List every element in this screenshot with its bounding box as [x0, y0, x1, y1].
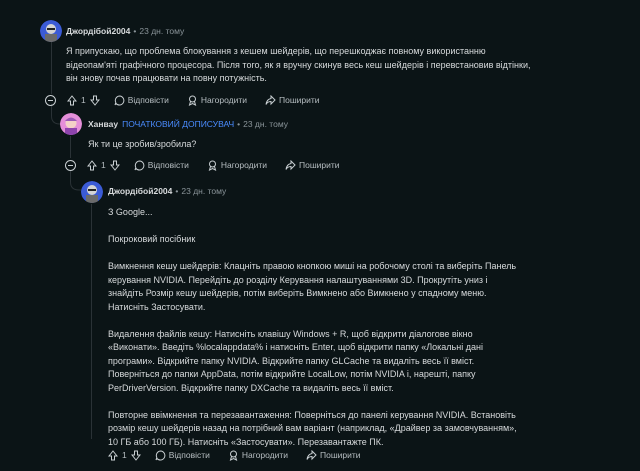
- comment-icon: [155, 449, 166, 460]
- comment-paragraph: Як ти це зробив/зробила?: [88, 139, 197, 149]
- reply-button[interactable]: Відповісти: [114, 94, 169, 106]
- share-label: Поширити: [279, 95, 320, 105]
- award-label: Нагородити: [220, 160, 268, 170]
- award-button[interactable]: Нагородити: [207, 160, 267, 171]
- avatar[interactable]: [60, 113, 82, 135]
- share-icon: [265, 94, 276, 105]
- avatar[interactable]: [40, 20, 62, 42]
- comment-paragraph: Повторне ввімкнення та перезавантаження:…: [108, 409, 517, 447]
- upvote-icon[interactable]: [67, 94, 77, 106]
- timestamp[interactable]: 23 дн. тому: [139, 26, 184, 36]
- comment-paragraph: Покроковий посібник: [108, 234, 196, 244]
- downvote-icon[interactable]: [89, 95, 100, 106]
- author-name[interactable]: Джордібой2004: [108, 186, 172, 196]
- author-name[interactable]: Джордібой2004: [66, 26, 130, 36]
- share-label: Поширити: [320, 450, 361, 460]
- comment-icon: [114, 94, 125, 105]
- comment-paragraph: Видалення файлів кешу: Натисніть клавішу…: [108, 328, 483, 393]
- award-icon: [188, 95, 197, 106]
- op-badge: ПОЧАТКОВИЙ ДОПИСУВАЧ: [122, 119, 235, 129]
- avatar[interactable]: [81, 181, 103, 203]
- comment-actions: 1 Відповісти Нагородити Поширити: [108, 448, 379, 462]
- upvote-icon[interactable]: [87, 159, 97, 171]
- share-button[interactable]: Поширити: [306, 449, 361, 461]
- downvote-icon[interactable]: [130, 450, 141, 461]
- award-label: Нагородити: [241, 450, 289, 460]
- award-icon: [229, 450, 238, 461]
- reply-button[interactable]: Відповісти: [155, 449, 210, 461]
- vote-count: 1: [81, 95, 86, 105]
- comment-paragraph: Я припускаю, що проблема блокування з ке…: [66, 46, 531, 83]
- award-label: Нагородити: [200, 95, 248, 105]
- timestamp[interactable]: 23 дн. тому: [181, 186, 226, 196]
- reply-label: Відповісти: [127, 95, 169, 105]
- thread-line: [70, 136, 71, 158]
- comment-body: Як ти це зробив/зробила?: [88, 138, 528, 152]
- author-name[interactable]: Ханвау: [88, 119, 118, 129]
- comment-body: З Google... Покроковий посібник Вимкненн…: [108, 206, 518, 449]
- comment-icon: [134, 159, 145, 170]
- vote-count: 1: [101, 160, 106, 170]
- comment-meta: Ханвау ПОЧАТКОВИЙ ДОПИСУВАЧ • 23 дн. том…: [88, 119, 288, 129]
- comment-actions: 1 Відповісти Нагородити Поширити: [65, 158, 358, 172]
- comment-paragraph: З Google...: [108, 207, 153, 217]
- reply-label: Відповісти: [168, 450, 210, 460]
- comment-body: Я припускаю, що проблема блокування з ке…: [66, 45, 536, 86]
- vote-count: 1: [122, 450, 127, 460]
- comment-paragraph: Вимкнення кешу шейдерів: Клацніть правою…: [108, 261, 517, 312]
- comment-meta: Джордібой2004 • 23 дн. тому: [108, 186, 226, 196]
- award-button[interactable]: Нагородити: [187, 95, 247, 106]
- vote-group: 1: [67, 94, 100, 106]
- upvote-icon[interactable]: [108, 449, 118, 461]
- award-icon: [208, 160, 217, 171]
- separator-dot: •: [175, 186, 179, 196]
- share-button[interactable]: Поширити: [265, 94, 320, 106]
- thread-line: [51, 38, 52, 94]
- share-icon: [285, 159, 296, 170]
- thread-line: [91, 204, 92, 439]
- share-button[interactable]: Поширити: [285, 159, 340, 171]
- comment-actions: 1 Відповісти Нагородити Поширити: [45, 93, 338, 107]
- separator-dot: •: [133, 26, 137, 36]
- collapse-button[interactable]: [65, 159, 76, 171]
- share-icon: [306, 449, 317, 460]
- downvote-icon[interactable]: [109, 160, 120, 171]
- collapse-button[interactable]: [45, 94, 56, 106]
- thread-branch: [70, 170, 82, 191]
- vote-group: 1: [87, 159, 120, 171]
- comment-meta: Джордібой2004 • 23 дн. тому: [66, 26, 184, 36]
- reply-label: Відповісти: [147, 160, 189, 170]
- share-label: Поширити: [299, 160, 340, 170]
- separator-dot: •: [237, 119, 241, 129]
- award-button[interactable]: Нагородити: [228, 450, 288, 461]
- timestamp[interactable]: 23 дн. тому: [243, 119, 288, 129]
- reply-button[interactable]: Відповісти: [134, 159, 189, 171]
- vote-group: 1: [108, 449, 141, 461]
